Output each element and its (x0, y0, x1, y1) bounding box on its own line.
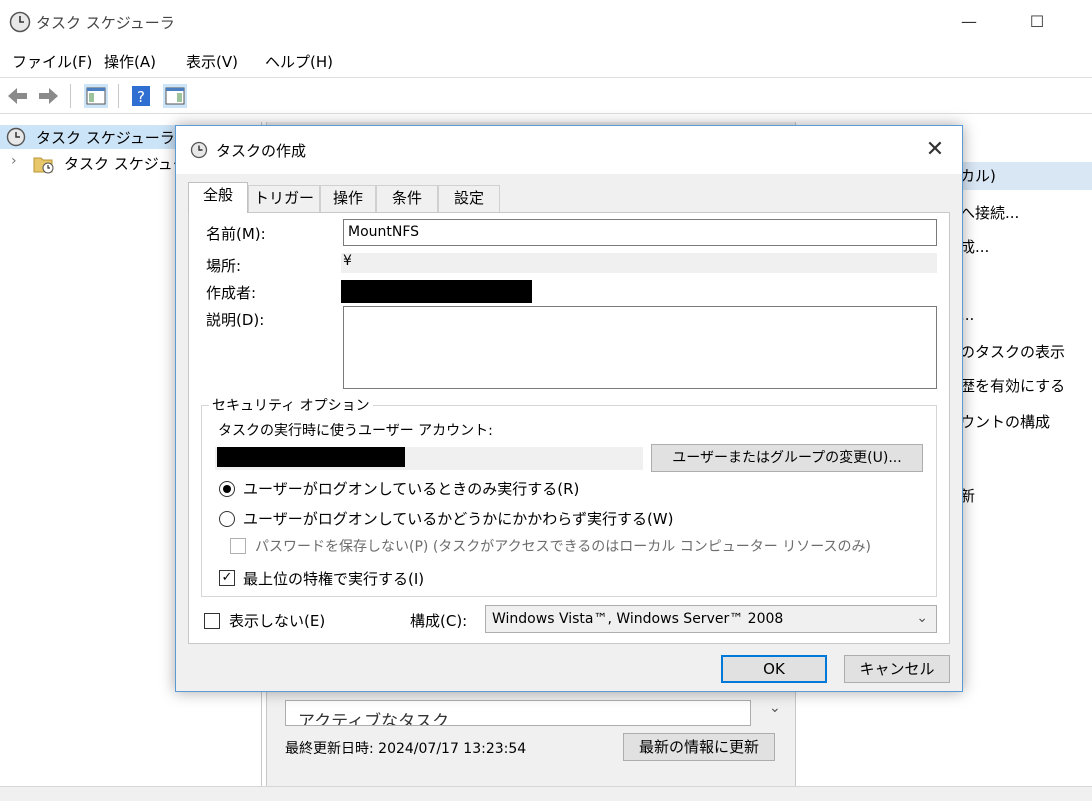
menu-action[interactable]: 操作(A) (104, 51, 156, 72)
window-titlebar: タスク スケジューラ — ☐ (0, 0, 1092, 44)
menu-bar: ファイル(F) 操作(A) 表示(V) ヘルプ(H) (0, 44, 1092, 78)
clock-icon (9, 11, 31, 33)
show-hide-action-pane-icon[interactable] (163, 84, 187, 108)
show-hide-console-tree-icon[interactable] (84, 84, 108, 108)
chevron-right-icon[interactable]: › (11, 153, 17, 169)
menu-view[interactable]: 表示(V) (186, 51, 238, 72)
configure-for-value: Windows Vista™, Windows Server™ 2008 (492, 611, 784, 627)
location-label: 場所: (206, 257, 242, 275)
tab-actions[interactable]: 操作 (320, 185, 376, 212)
configure-for-label: 構成(C): (410, 612, 468, 630)
dialog-close-button[interactable]: ✕ (920, 135, 950, 165)
svg-text:?: ? (137, 88, 145, 106)
configure-for-select[interactable]: Windows Vista™, Windows Server™ 2008 ⌄ (485, 605, 937, 633)
active-tasks-label: アクティブなタスク (298, 712, 450, 726)
run-only-logged-on-radio[interactable] (219, 481, 235, 497)
run-as-account-field (215, 447, 643, 470)
action-configure-account[interactable]: ウントの構成 (960, 411, 1050, 432)
menu-help[interactable]: ヘルプ(H) (265, 51, 333, 72)
maximize-button[interactable]: ☐ (1014, 8, 1060, 36)
tab-settings[interactable]: 設定 (438, 185, 500, 212)
action-enable-history[interactable]: 歴を有効にする (960, 375, 1065, 396)
general-tab-panel: 名前(M): MountNFS 場所: ¥ 作成者: 説明(D): セキュリティ… (188, 212, 950, 644)
action-show-running-tasks[interactable]: のタスクの表示 (960, 341, 1065, 362)
toolbar: ? (0, 78, 1092, 114)
minimize-button[interactable]: — (946, 8, 992, 36)
status-bar (0, 786, 1092, 801)
ok-button[interactable]: OK (721, 655, 827, 683)
back-arrow-icon[interactable] (6, 84, 30, 108)
run-highest-privileges-checkbox[interactable]: ✓ (219, 570, 235, 586)
chevron-down-icon[interactable]: ⌄ (769, 700, 781, 716)
chevron-down-icon: ⌄ (916, 610, 928, 626)
hidden-checkbox[interactable] (204, 613, 220, 629)
name-input[interactable]: MountNFS (343, 219, 937, 246)
run-only-logged-on-label: ユーザーがログオンしているときのみ実行する(R) (243, 480, 580, 498)
action-connect[interactable]: へ接続... (960, 202, 1019, 223)
tab-triggers[interactable]: トリガー (248, 185, 320, 212)
tab-conditions[interactable]: 条件 (376, 185, 438, 212)
do-not-store-password-label: パスワードを保存しない(P) (タスクがアクセスできるのはローカル コンピュータ… (255, 539, 871, 555)
description-label: 説明(D): (206, 311, 265, 329)
forward-arrow-icon[interactable] (36, 84, 60, 108)
location-value: ¥ (341, 253, 937, 273)
help-icon[interactable]: ? (129, 84, 153, 108)
hidden-label: 表示しない(E) (229, 612, 326, 630)
toolbar-separator (118, 84, 119, 108)
account-redacted (217, 447, 405, 467)
folder-clock-icon (33, 157, 54, 174)
run-whether-logged-on-radio[interactable] (219, 511, 235, 527)
menu-file[interactable]: ファイル(F) (12, 51, 92, 72)
tab-general[interactable]: 全般 (188, 182, 248, 213)
create-task-dialog: タスクの作成 ✕ 全般 トリガー 操作 条件 設定 名前(M): MountNF… (175, 125, 963, 692)
dialog-title: タスクの作成 (216, 142, 307, 160)
description-textarea[interactable] (343, 306, 937, 389)
run-as-account-label: タスクの実行時に使うユーザー アカウント: (218, 423, 493, 439)
last-updated-text: 最終更新日時: 2024/07/17 13:23:54 (285, 741, 527, 757)
clock-icon (6, 127, 26, 147)
clock-icon (190, 141, 208, 159)
active-tasks-section[interactable]: アクティブなタスク (285, 700, 751, 726)
do-not-store-password-checkbox[interactable] (230, 538, 246, 554)
author-label: 作成者: (206, 284, 257, 302)
security-options-title: セキュリティ オプション (209, 395, 373, 415)
change-user-or-group-button[interactable]: ユーザーまたはグループの変更(U)... (651, 444, 923, 472)
run-highest-privileges-label: 最上位の特権で実行する(I) (243, 570, 425, 588)
action-create[interactable]: 成... (960, 236, 989, 257)
author-redacted (341, 280, 532, 303)
run-whether-logged-on-label: ユーザーがログオンしているかどうかにかかわらず実行する(W) (243, 510, 674, 528)
name-label: 名前(M): (206, 225, 266, 243)
dialog-titlebar: タスクの作成 ✕ (176, 126, 962, 174)
refresh-button[interactable]: 最新の情報に更新 (623, 733, 775, 761)
cancel-button[interactable]: キャンセル (844, 655, 950, 683)
toolbar-separator (70, 84, 71, 108)
window-title: タスク スケジューラ (36, 14, 175, 32)
